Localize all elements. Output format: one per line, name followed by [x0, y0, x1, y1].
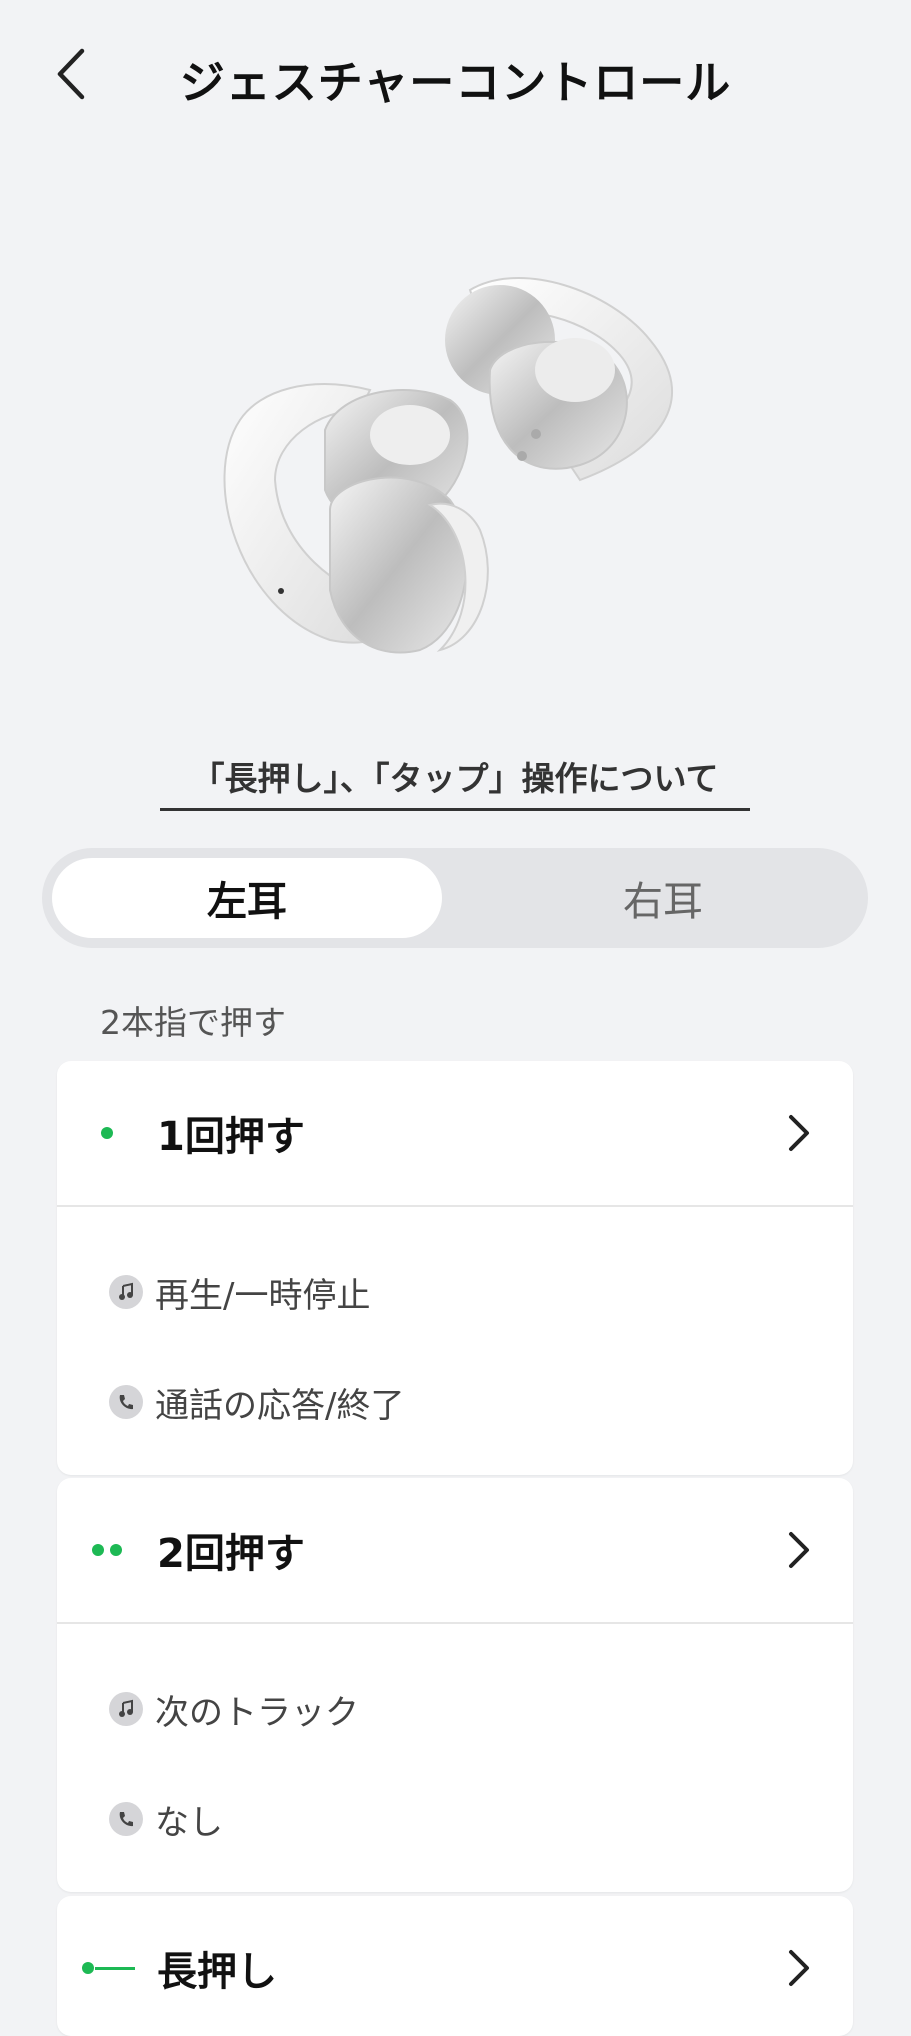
- gesture-info-link[interactable]: 「長押し」、「タップ」操作について: [160, 752, 750, 811]
- list-item: 通話の応答/終了: [57, 1347, 853, 1457]
- single-dot-indicator: [57, 1127, 157, 1139]
- page-title: ジェスチャーコントロール: [179, 56, 732, 109]
- list-item: なし: [57, 1764, 853, 1874]
- card-title: 長押し: [157, 1949, 277, 1995]
- card-body: 次のトラック なし: [57, 1624, 853, 1892]
- action-label: 次のトラック: [155, 1692, 359, 1733]
- ear-segmented-control: 左耳 右耳: [42, 848, 868, 948]
- gesture-card-double-press: 2回押す 次のトラック なし: [57, 1478, 853, 1892]
- tab-right-ear[interactable]: 右耳: [468, 858, 858, 938]
- dot-line-indicator: [57, 1962, 157, 1974]
- card-title: 1回押す: [157, 1114, 305, 1160]
- action-label: 通話の応答/終了: [155, 1385, 405, 1426]
- list-item: 次のトラック: [57, 1654, 853, 1764]
- music-note-icon: [109, 1275, 143, 1309]
- chevron-right-icon: [789, 1115, 809, 1151]
- gesture-card-long-press: 長押し: [57, 1896, 853, 2036]
- music-note-icon: [109, 1692, 143, 1726]
- chevron-right-icon: [789, 1532, 809, 1568]
- card-header-long-press[interactable]: 長押し: [57, 1896, 853, 2036]
- card-title: 2回押す: [157, 1531, 305, 1577]
- phone-icon: [109, 1385, 143, 1419]
- tab-left-ear[interactable]: 左耳: [52, 858, 442, 938]
- phone-icon: [109, 1802, 143, 1836]
- gesture-card-single-press: 1回押す 再生/一時停止 通話の応答/終了: [57, 1061, 853, 1475]
- list-item: 再生/一時停止: [57, 1237, 853, 1347]
- card-header-single-press[interactable]: 1回押す: [57, 1061, 853, 1207]
- chevron-right-icon: [789, 1950, 809, 1986]
- action-label: なし: [155, 1802, 223, 1843]
- header: ジェスチャーコントロール: [0, 0, 911, 150]
- double-dot-indicator: [57, 1544, 157, 1556]
- section-label: 2本指で押す: [100, 1003, 286, 1042]
- card-body: 再生/一時停止 通話の応答/終了: [57, 1207, 853, 1475]
- card-header-double-press[interactable]: 2回押す: [57, 1478, 853, 1624]
- action-label: 再生/一時停止: [155, 1275, 371, 1316]
- earbuds-image: [180, 250, 730, 670]
